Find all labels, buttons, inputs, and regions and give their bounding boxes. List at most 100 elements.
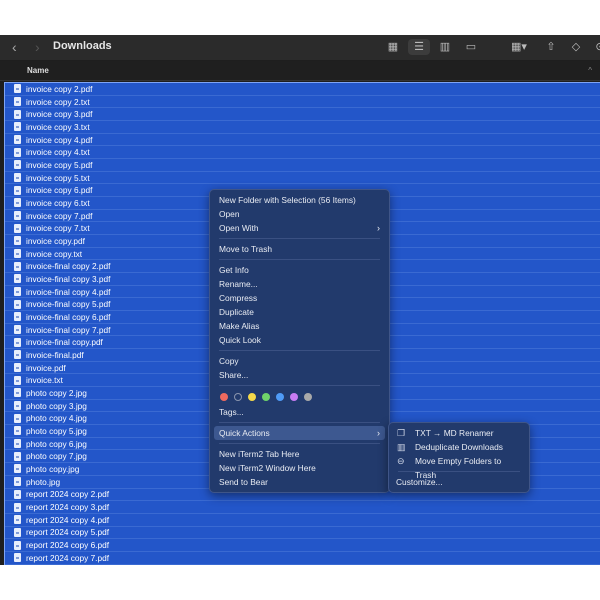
file-icon	[14, 109, 21, 119]
tag-colors	[214, 389, 385, 405]
file-icon	[14, 553, 21, 563]
forward-button[interactable]: ›	[35, 39, 40, 55]
file-name: photo copy 4.jpg	[26, 413, 87, 424]
more-icon[interactable]: ⊙	[590, 39, 600, 55]
submenu-item-deduplicate[interactable]: ▥ Deduplicate Downloads	[393, 440, 525, 454]
file-name: invoice copy 4.txt	[26, 147, 90, 158]
file-row[interactable]: invoice copy 5.pdf	[5, 159, 600, 172]
file-name: invoice copy 2.txt	[26, 96, 90, 107]
file-name: invoice-final copy.pdf	[26, 337, 103, 348]
submenu-item-txt-md-renamer[interactable]: ❐ TXT → MD Renamer	[393, 426, 525, 440]
file-name: invoice copy 7.pdf	[26, 210, 93, 221]
separator	[219, 385, 380, 386]
name-column-header[interactable]: Name	[27, 66, 49, 75]
file-icon	[14, 312, 21, 322]
file-row[interactable]: invoice copy 5.txt	[5, 172, 600, 185]
menu-item-share[interactable]: Share...	[214, 368, 385, 382]
file-row[interactable]: invoice copy 4.pdf	[5, 134, 600, 147]
menu-item-make-alias[interactable]: Make Alias	[214, 319, 385, 333]
file-row[interactable]: report 2024 copy 4.pdf	[5, 514, 600, 527]
menu-item-tags[interactable]: Tags...	[214, 405, 385, 419]
menu-item-quick-look[interactable]: Quick Look	[214, 333, 385, 347]
file-name: photo copy 5.jpg	[26, 425, 87, 436]
file-name: invoice copy 2.pdf	[26, 83, 93, 94]
gallery-view-icon[interactable]: ▭	[461, 39, 481, 55]
menu-item-label: Open With	[219, 223, 259, 233]
file-row[interactable]: invoice copy 3.txt	[5, 121, 600, 134]
file-icon	[14, 439, 21, 449]
list-view-icon[interactable]: ☰	[408, 39, 430, 55]
file-name: photo.jpg	[26, 476, 61, 487]
icon-view-icon[interactable]: ▦	[383, 39, 403, 55]
file-name: invoice copy 3.pdf	[26, 109, 93, 120]
tag-color-dot[interactable]	[234, 393, 242, 401]
tag-color-dot[interactable]	[276, 393, 284, 401]
file-icon	[14, 363, 21, 373]
sort-chevron-icon[interactable]: ^	[588, 66, 592, 75]
menu-item-send-to-bear[interactable]: Send to Bear	[214, 475, 385, 489]
file-name: photo copy 6.jpg	[26, 438, 87, 449]
file-row[interactable]: report 2024 copy 6.pdf	[5, 539, 600, 552]
share-icon[interactable]: ⇧	[541, 39, 561, 55]
file-icon	[14, 274, 21, 284]
file-icon	[14, 337, 21, 347]
file-icon	[14, 261, 21, 271]
group-by-icon[interactable]: ▦▾	[506, 39, 532, 55]
menu-item-compress[interactable]: Compress	[214, 291, 385, 305]
file-name: report 2024 copy 4.pdf	[26, 514, 110, 525]
file-name: invoice-final copy 7.pdf	[26, 324, 111, 335]
file-name: report 2024 copy 3.pdf	[26, 502, 110, 512]
file-row[interactable]: report 2024 copy 5.pdf	[5, 527, 600, 540]
file-icon	[14, 527, 21, 537]
file-row[interactable]: invoice copy 3.pdf	[5, 108, 600, 122]
separator	[219, 350, 380, 351]
file-name: report 2024 copy 6.pdf	[26, 540, 110, 551]
back-button[interactable]: ‹	[12, 39, 17, 55]
file-row[interactable]: report 2024 copy 3.pdf	[5, 501, 600, 514]
menu-item-iterm-window[interactable]: New iTerm2 Window Here	[214, 461, 385, 475]
submenu-item-customize[interactable]: Customize...	[393, 475, 525, 489]
tag-color-dot[interactable]	[262, 393, 270, 401]
tag-color-dot[interactable]	[304, 393, 312, 401]
menu-item-iterm-tab[interactable]: New iTerm2 Tab Here	[214, 447, 385, 461]
menu-item-quick-actions[interactable]: Quick Actions ›	[214, 426, 385, 440]
file-icon	[14, 325, 21, 335]
tag-color-dot[interactable]	[220, 393, 228, 401]
file-name: invoice-final copy 3.pdf	[26, 273, 111, 284]
column-view-icon[interactable]: ▥	[435, 39, 455, 55]
file-name: photo copy 3.jpg	[26, 400, 87, 411]
file-row[interactable]: invoice copy 4.txt	[5, 146, 600, 160]
file-icon	[14, 122, 21, 132]
file-name: invoice copy.pdf	[26, 235, 85, 246]
file-name: invoice copy 3.txt	[26, 121, 90, 132]
menu-item-get-info[interactable]: Get Info	[214, 263, 385, 277]
toolbar: ‹ › Downloads ▦ ☰ ▥ ▭ ▦▾ ⇧ ◇ ⊙	[0, 35, 600, 60]
file-row[interactable]: report 2024 copy 7.pdf	[5, 552, 600, 565]
separator	[219, 422, 380, 423]
file-icon	[14, 464, 21, 474]
tag-icon[interactable]: ◇	[566, 39, 586, 55]
submenu-item-move-empty-folders[interactable]: ⊖ Move Empty Folders to Trash	[393, 454, 525, 480]
file-icon	[14, 147, 21, 157]
menu-item-open-with[interactable]: Open With ›	[214, 221, 385, 235]
file-row[interactable]: invoice copy 2.pdf	[5, 83, 600, 96]
menu-item-move-to-trash[interactable]: Move to Trash	[214, 242, 385, 256]
file-name: invoice.pdf	[26, 362, 66, 373]
menu-item-new-folder[interactable]: New Folder with Selection (56 Items)	[214, 193, 385, 207]
file-icon	[14, 173, 21, 183]
menu-item-duplicate[interactable]: Duplicate	[214, 305, 385, 319]
file-icon	[14, 426, 21, 436]
tag-color-dot[interactable]	[248, 393, 256, 401]
tag-color-dot[interactable]	[290, 393, 298, 401]
submenu-item-label: TXT → MD Renamer	[415, 428, 494, 438]
menu-item-copy[interactable]: Copy	[214, 354, 385, 368]
file-name: photo copy.jpg	[26, 463, 80, 474]
file-icon	[14, 223, 21, 233]
file-icon	[14, 287, 21, 297]
file-name: invoice copy 4.pdf	[26, 134, 93, 145]
menu-item-rename[interactable]: Rename...	[214, 277, 385, 291]
file-name: invoice-final copy 4.pdf	[26, 286, 111, 297]
file-row[interactable]: invoice copy 2.txt	[5, 96, 600, 109]
menu-item-open[interactable]: Open	[214, 207, 385, 221]
window-title: Downloads	[53, 40, 112, 52]
